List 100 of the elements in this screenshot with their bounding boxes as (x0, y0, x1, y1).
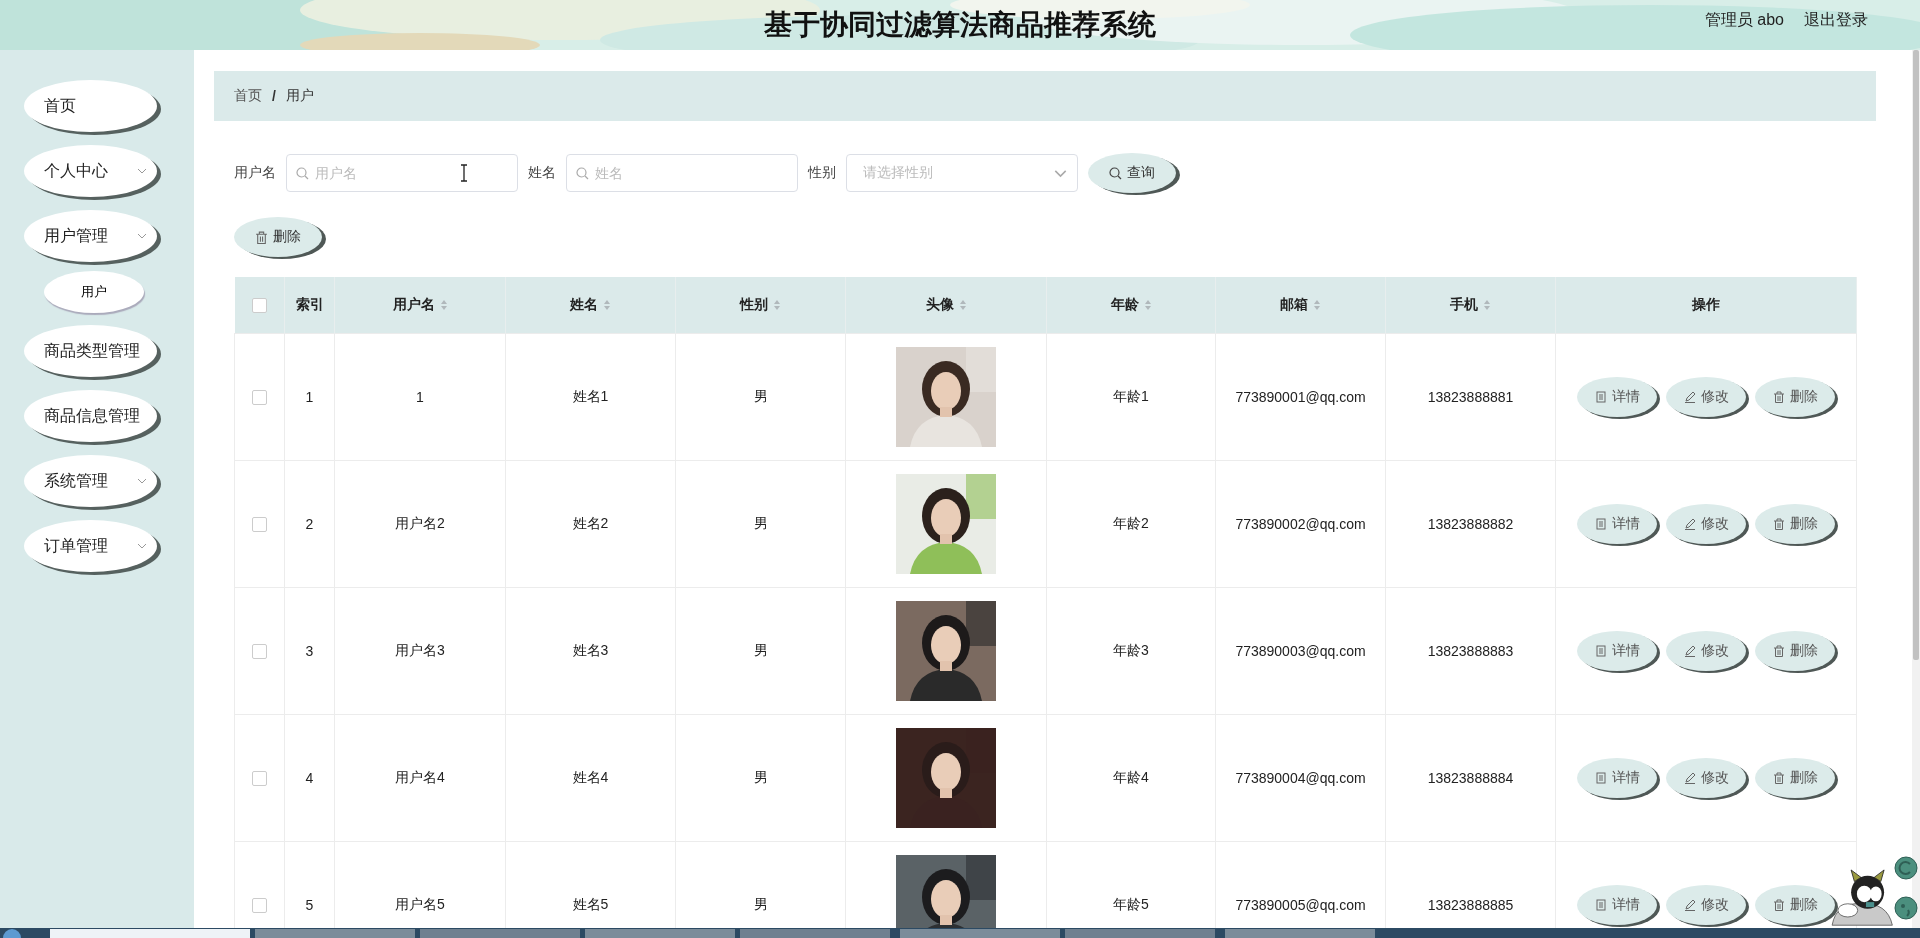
delete-button[interactable]: 删除 (1755, 758, 1835, 798)
logout-link[interactable]: 退出登录 (1804, 10, 1868, 31)
breadcrumb-item[interactable]: 首页 (234, 87, 262, 105)
trash-icon (255, 230, 268, 244)
details-button[interactable]: 详情 (1577, 631, 1657, 671)
trash-icon (1772, 772, 1785, 784)
checkbox[interactable] (252, 390, 267, 406)
menu-item[interactable]: 个人中心 (24, 145, 157, 197)
pencil-icon (1683, 899, 1696, 911)
table-cell: 男 (675, 587, 846, 715)
chevron-down-icon (137, 231, 147, 241)
search-button[interactable]: 查询 (1088, 153, 1176, 193)
column-header: 邮箱 (1280, 296, 1308, 314)
column-header: 索引 (295, 296, 324, 314)
breadcrumb-separator: / (272, 88, 276, 104)
table-cell: 13823888882 (1385, 460, 1556, 588)
table-cell: 姓名1 (505, 333, 676, 461)
document-icon (1594, 391, 1607, 403)
table-cell: 773890003@qq.com (1215, 587, 1386, 715)
chevron-down-icon (137, 541, 147, 551)
table-cell: 年龄4 (1046, 714, 1216, 842)
input-field[interactable]: 用户名 (286, 154, 518, 192)
search-icon (1109, 166, 1122, 180)
user-name: 管理员 abo (1704, 10, 1784, 30)
search-icon (576, 167, 589, 180)
field-label: 姓名 (528, 164, 556, 182)
input-field[interactable]: 姓名 (566, 154, 798, 192)
table-cell: 姓名2 (505, 460, 676, 588)
column-header: 年龄 (1110, 296, 1139, 314)
table-cell: 13823888881 (1385, 333, 1556, 461)
document-icon (1594, 899, 1607, 911)
page-title: 基于协同过滤算法商品推荐系统 (764, 8, 1156, 42)
submenu-item[interactable]: 用户 (44, 271, 144, 313)
menu-item[interactable]: 商品信息管理 (24, 390, 157, 442)
checkbox[interactable] (252, 517, 267, 533)
column-header: 性别 (740, 296, 768, 314)
trash-icon (1772, 645, 1785, 657)
delete-button[interactable]: 删除 (1755, 885, 1835, 925)
details-button[interactable]: 详情 (1577, 377, 1657, 417)
table-cell: 13823888884 (1385, 714, 1556, 842)
checkbox[interactable] (252, 898, 267, 914)
table-cell: 用户名3 (334, 587, 506, 715)
column-header: 头像 (925, 296, 954, 314)
table-cell: 3 (284, 587, 335, 715)
table-cell: 1 (284, 333, 335, 461)
pencil-icon (1683, 391, 1696, 403)
table-cell: 2 (284, 460, 335, 588)
delete-button[interactable]: 删除 (1755, 631, 1835, 671)
trash-icon (1772, 391, 1785, 403)
edit-button[interactable]: 修改 (1666, 885, 1746, 925)
menu-item[interactable]: 首页 (24, 80, 157, 132)
pencil-icon (1683, 518, 1696, 530)
field-label: 用户名 (234, 164, 276, 182)
delete-button[interactable]: 删除 (234, 217, 322, 257)
details-button[interactable]: 详情 (1577, 758, 1657, 798)
checkbox[interactable] (252, 771, 267, 787)
table-cell: 姓名4 (505, 714, 676, 842)
menu-item[interactable]: 订单管理 (24, 520, 157, 572)
delete-button[interactable]: 删除 (1755, 377, 1835, 417)
table-cell: 姓名3 (505, 587, 676, 715)
column-header: 姓名 (570, 296, 598, 314)
menu-item[interactable]: 商品类型管理 (24, 325, 157, 377)
pencil-icon (1683, 772, 1696, 784)
checkbox[interactable] (252, 644, 267, 660)
document-icon (1594, 518, 1607, 530)
table-cell: 用户名4 (334, 714, 506, 842)
details-button[interactable]: 详情 (1577, 885, 1657, 925)
chevron-down-icon (137, 166, 147, 176)
text-cursor-icon (460, 164, 468, 182)
menu-item[interactable]: 用户管理 (24, 210, 157, 262)
circle-icon (1894, 896, 1918, 920)
table-cell: 男 (675, 714, 846, 842)
edit-button[interactable]: 修改 (1666, 758, 1746, 798)
checkbox[interactable] (251, 298, 267, 314)
details-button[interactable]: 详情 (1577, 504, 1657, 544)
table-cell: 1 (334, 333, 506, 461)
edit-button[interactable]: 修改 (1666, 631, 1746, 671)
trash-icon (1772, 518, 1785, 530)
table-cell: 用户名2 (334, 460, 506, 588)
circle-icon (1894, 856, 1918, 880)
table-cell: 773890004@qq.com (1215, 714, 1386, 842)
chevron-down-icon (137, 476, 147, 486)
table-cell: 773890001@qq.com (1215, 333, 1386, 461)
edit-button[interactable]: 修改 (1666, 504, 1746, 544)
field-label: 性别 (808, 164, 836, 182)
delete-button[interactable]: 删除 (1755, 504, 1835, 544)
document-icon (1594, 645, 1607, 657)
column-header: 操作 (1692, 296, 1720, 314)
pencil-icon (1683, 645, 1696, 657)
edit-button[interactable]: 修改 (1666, 377, 1746, 417)
column-header: 用户名 (392, 296, 435, 314)
table-cell: 773890002@qq.com (1215, 460, 1386, 588)
table-cell: 4 (284, 714, 335, 842)
table-cell: 年龄1 (1046, 333, 1216, 461)
table-cell: 男 (675, 460, 846, 588)
menu-item[interactable]: 系统管理 (24, 455, 157, 507)
search-icon (296, 167, 309, 180)
table-cell: 年龄3 (1046, 587, 1216, 715)
column-header: 手机 (1450, 296, 1478, 314)
table-cell: 男 (675, 333, 846, 461)
